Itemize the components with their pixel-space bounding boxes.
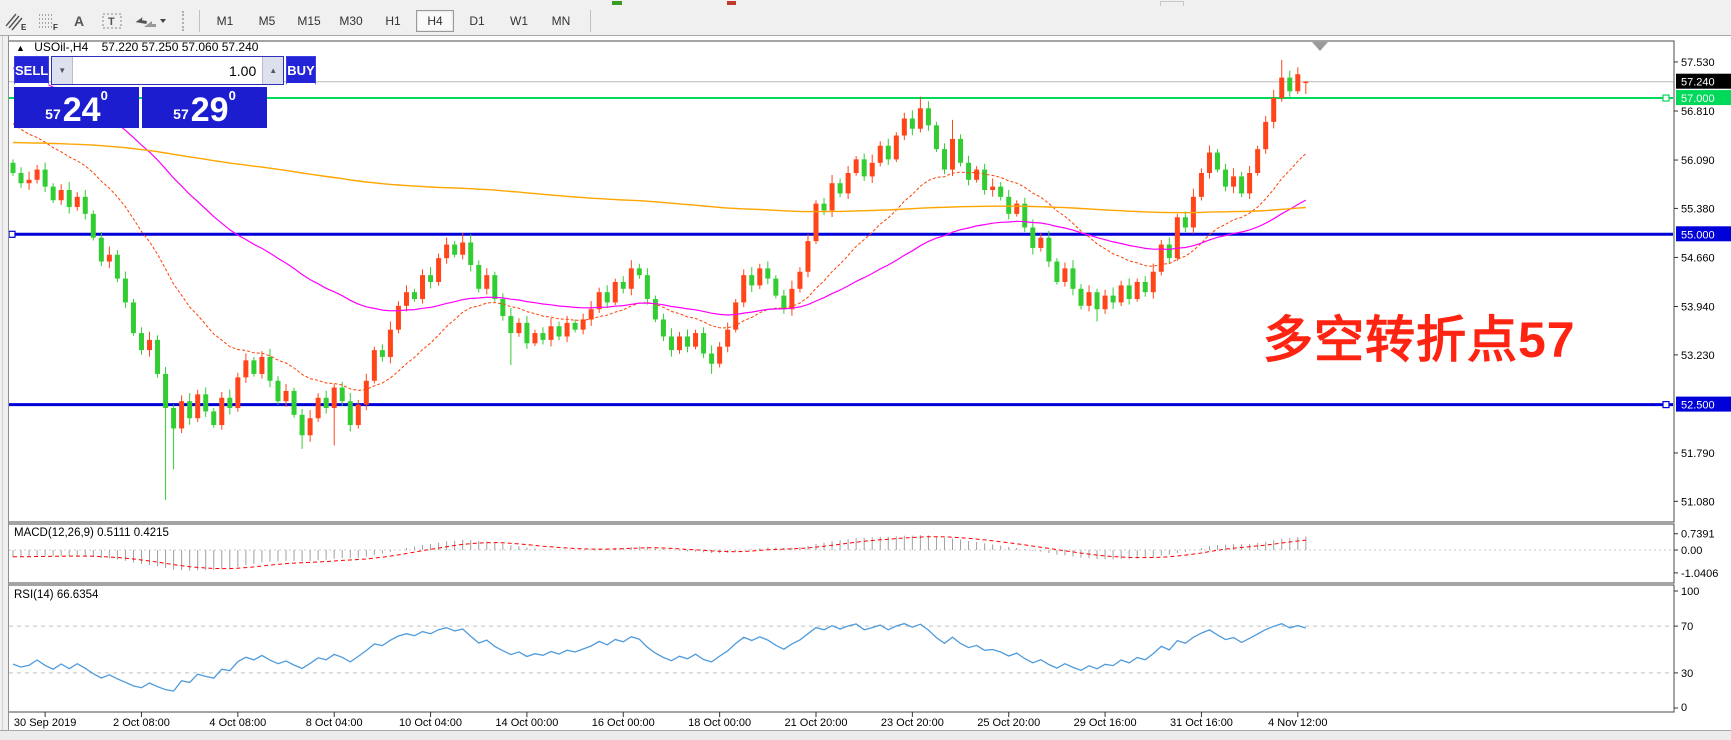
buy-button[interactable]: BUY — [286, 56, 315, 85]
svg-text:21 Oct 20:00: 21 Oct 20:00 — [785, 717, 848, 729]
svg-text:56.810: 56.810 — [1681, 106, 1715, 118]
toolbar-separator — [199, 10, 200, 32]
timeframe-h1[interactable]: H1 — [374, 10, 412, 32]
timeframe-m5[interactable]: M5 — [248, 10, 286, 32]
svg-text:4 Oct 08:00: 4 Oct 08:00 — [209, 717, 266, 729]
ohlc-quote-label: 57.220 57.250 57.060 57.240 — [102, 40, 259, 54]
svg-text:31 Oct 16:00: 31 Oct 16:00 — [1170, 717, 1233, 729]
timeframe-w1[interactable]: W1 — [500, 10, 538, 32]
sell-price-display[interactable]: 57 24 0 — [14, 87, 139, 128]
timeframe-h4-selected[interactable]: H4 — [416, 10, 454, 32]
svg-text:70: 70 — [1681, 621, 1693, 633]
svg-text:57.530: 57.530 — [1681, 57, 1715, 69]
svg-text:51.080: 51.080 — [1681, 496, 1715, 508]
svg-text:0.7391: 0.7391 — [1681, 529, 1715, 541]
buy-price-sup: 0 — [229, 88, 236, 103]
annotation-text[interactable]: 多空转折点57 — [1263, 300, 1576, 372]
clipped-icon-green — [612, 1, 622, 5]
svg-text:0.00: 0.00 — [1681, 545, 1702, 557]
timeframe-mn[interactable]: MN — [542, 10, 580, 32]
svg-text:54.660: 54.660 — [1681, 252, 1715, 264]
volume-decrease-button[interactable]: ▼ — [52, 57, 73, 84]
svg-text:2 Oct 08:00: 2 Oct 08:00 — [113, 717, 170, 729]
svg-text:18 Oct 00:00: 18 Oct 00:00 — [688, 717, 751, 729]
symbol-period-label: USOil-,H4 — [34, 40, 88, 54]
timeframe-m1[interactable]: M1 — [206, 10, 244, 32]
timeframe-m15[interactable]: M15 — [290, 10, 328, 32]
svg-text:30 Sep 2019: 30 Sep 2019 — [14, 717, 76, 729]
chart-title: ▲ USOil-,H4 57.220 57.250 57.060 57.240 — [16, 40, 258, 54]
svg-text:F: F — [53, 23, 58, 31]
svg-text:55.380: 55.380 — [1681, 203, 1715, 215]
toolbar-drag-handle[interactable] — [182, 11, 189, 31]
svg-text:25 Oct 20:00: 25 Oct 20:00 — [977, 717, 1040, 729]
svg-text:0: 0 — [1681, 702, 1687, 714]
arrow-objects-icon[interactable] — [131, 10, 169, 32]
volume-increase-button[interactable]: ▲ — [262, 57, 283, 84]
svg-text:51.790: 51.790 — [1681, 448, 1715, 460]
svg-text:16 Oct 00:00: 16 Oct 00:00 — [592, 717, 655, 729]
timeframe-m30[interactable]: M30 — [332, 10, 370, 32]
indicators-icon[interactable]: E — [3, 10, 29, 32]
svg-text:55.000: 55.000 — [1681, 229, 1715, 241]
svg-text:4 Nov 12:00: 4 Nov 12:00 — [1268, 717, 1327, 729]
svg-text:30: 30 — [1681, 668, 1693, 680]
svg-text:T: T — [108, 16, 115, 28]
text-label-icon[interactable]: A — [67, 10, 93, 32]
timeframe-d1[interactable]: D1 — [458, 10, 496, 32]
svg-text:53.940: 53.940 — [1681, 302, 1715, 314]
macd-indicator-label: MACD(12,26,9) 0.5111 0.4215 — [14, 527, 169, 539]
sell-price-big: 24 — [63, 94, 101, 126]
volume-input[interactable] — [73, 57, 262, 84]
buy-price-head: 57 — [173, 106, 189, 122]
dock-splitter[interactable] — [0, 0, 9, 740]
svg-text:29 Oct 16:00: 29 Oct 16:00 — [1074, 717, 1137, 729]
toolbar-separator — [590, 10, 591, 32]
svg-text:53.230: 53.230 — [1681, 350, 1715, 362]
bottom-panel-clipped — [0, 730, 1731, 740]
sell-price-sup: 0 — [101, 88, 108, 103]
svg-text:23 Oct 20:00: 23 Oct 20:00 — [881, 717, 944, 729]
buy-price-big: 29 — [191, 94, 229, 126]
svg-text:52.500: 52.500 — [1681, 400, 1715, 412]
svg-text:14 Oct 00:00: 14 Oct 00:00 — [495, 717, 558, 729]
svg-text:A: A — [74, 13, 84, 29]
svg-text:57.000: 57.000 — [1681, 93, 1715, 105]
svg-text:-1.0406: -1.0406 — [1681, 568, 1718, 580]
trading-terminal: 57.530 56.810 56.090 55.380 54.660 53.940 53.2… — [0, 0, 1731, 740]
buy-price-display[interactable]: 57 29 0 — [142, 87, 267, 128]
sell-button[interactable]: SELL — [14, 56, 49, 85]
text-box-icon[interactable]: T — [99, 10, 125, 32]
svg-text:10 Oct 04:00: 10 Oct 04:00 — [399, 717, 462, 729]
sell-price-head: 57 — [45, 106, 61, 122]
toolbar: E F A T — [0, 6, 1731, 36]
collapse-marker-icon[interactable]: ▲ — [16, 43, 25, 53]
rsi-indicator-label: RSI(14) 66.6354 — [14, 589, 98, 601]
clipped-icon-red — [727, 1, 736, 5]
svg-text:100: 100 — [1681, 586, 1699, 598]
one-click-trading-panel: SELL ▼ ▲ BUY 57 24 0 57 29 0 — [14, 56, 270, 128]
svg-text:56.090: 56.090 — [1681, 155, 1715, 167]
svg-text:8 Oct 04:00: 8 Oct 04:00 — [306, 717, 363, 729]
svg-text:E: E — [21, 23, 27, 31]
grid-snap-icon[interactable]: F — [35, 10, 61, 32]
svg-text:57.240: 57.240 — [1681, 77, 1715, 89]
